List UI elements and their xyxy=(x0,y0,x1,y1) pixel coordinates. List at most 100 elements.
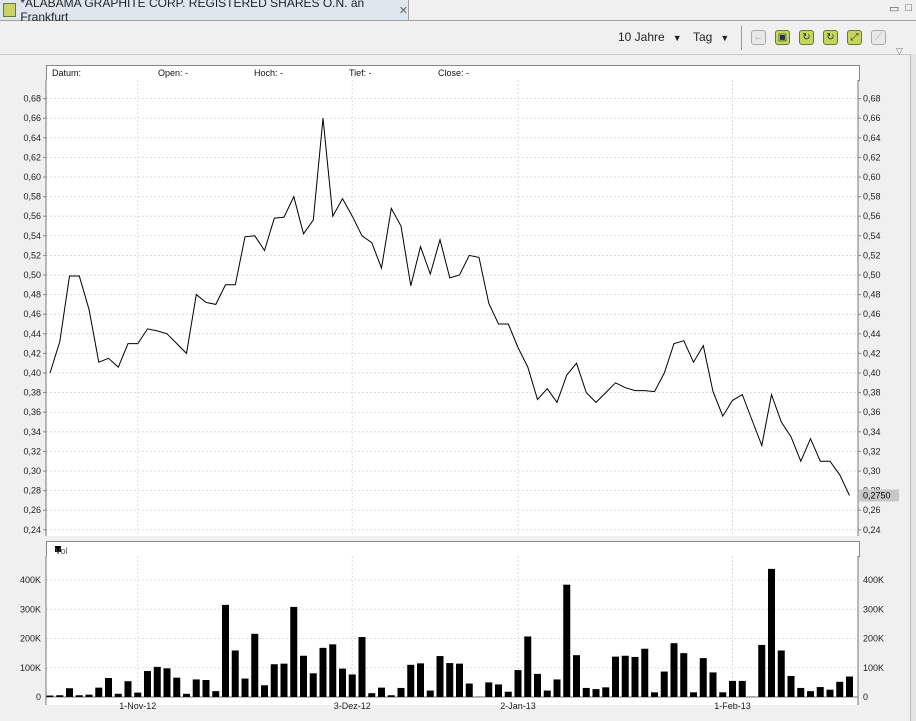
volume-bar xyxy=(290,606,298,697)
y-tick-label-left: 0,46 xyxy=(23,309,41,319)
volume-bar xyxy=(797,687,805,697)
volume-bar xyxy=(270,664,278,697)
y-tick-label-left: 0,50 xyxy=(23,270,41,280)
scrollbar[interactable] xyxy=(910,54,916,721)
volume-bar xyxy=(183,693,190,697)
volume-tick-label-right: 200K xyxy=(863,634,884,644)
y-tick-label-right: 0,50 xyxy=(863,270,881,280)
y-tick-label-left: 0,32 xyxy=(23,446,41,456)
y-tick-label-left: 0,66 xyxy=(23,113,41,123)
volume-bar xyxy=(758,644,766,697)
price-plot-area xyxy=(46,80,858,536)
last-value-label: 0,2750 xyxy=(863,491,891,501)
y-tick-label-left: 0,42 xyxy=(23,348,41,358)
volume-bar xyxy=(592,689,600,697)
volume-bar xyxy=(153,666,161,697)
volume-tick-label-left: 0 xyxy=(36,692,41,702)
volume-bar xyxy=(699,658,707,697)
volume-bar xyxy=(670,643,678,697)
volume-bar xyxy=(729,680,736,697)
volume-bar xyxy=(446,663,454,697)
volume-bar xyxy=(631,656,639,697)
volume-bar xyxy=(573,655,580,697)
y-tick-label-right: 0,62 xyxy=(863,152,881,162)
y-tick-label-right: 0,36 xyxy=(863,407,881,417)
volume-bar xyxy=(105,677,112,697)
volume-bar xyxy=(407,664,415,697)
y-tick-label-right: 0,40 xyxy=(863,368,881,378)
volume-bar xyxy=(553,679,561,697)
y-tick-label-left: 0,56 xyxy=(23,211,41,221)
y-tick-label-left: 0,68 xyxy=(23,94,41,104)
y-tick-label-left: 0,30 xyxy=(23,466,41,476)
volume-bar xyxy=(417,663,424,697)
volume-bar xyxy=(144,670,151,697)
volume-bar xyxy=(748,696,756,697)
volume-bar xyxy=(339,668,346,697)
volume-bar xyxy=(807,691,814,697)
volume-bar xyxy=(56,695,64,697)
volume-bar xyxy=(836,681,844,697)
volume-bar xyxy=(534,673,541,697)
y-tick-label-left: 0,54 xyxy=(23,231,41,241)
y-tick-label-right: 0,56 xyxy=(863,211,881,221)
volume-bar xyxy=(329,644,337,697)
volume-bar xyxy=(280,663,288,697)
y-tick-label-right: 0,48 xyxy=(863,290,881,300)
volume-bar xyxy=(621,655,629,697)
y-tick-label-left: 0,44 xyxy=(23,329,41,339)
volume-bar xyxy=(514,670,522,697)
volume-bar xyxy=(202,680,210,697)
volume-tick-label-left: 400K xyxy=(20,575,41,585)
volume-bar xyxy=(368,693,376,697)
volume-bar xyxy=(475,696,483,697)
volume-bar xyxy=(397,687,405,697)
y-tick-label-right: 0,38 xyxy=(863,388,881,398)
volume-bar xyxy=(787,675,795,697)
volume-bar xyxy=(75,695,83,697)
volume-bar xyxy=(261,685,268,697)
y-tick-label-left: 0,28 xyxy=(23,486,41,496)
y-tick-label-left: 0,64 xyxy=(23,133,41,143)
y-tick-label-right: 0,34 xyxy=(863,427,881,437)
volume-bar xyxy=(85,694,93,697)
volume-bar xyxy=(251,633,259,697)
volume-tick-label-right: 300K xyxy=(863,604,884,614)
volume-bar xyxy=(651,692,658,697)
volume-bar xyxy=(680,653,688,697)
y-tick-label-right: 0,64 xyxy=(863,133,881,143)
volume-bar xyxy=(309,673,317,697)
y-tick-label-right: 0,58 xyxy=(863,192,881,202)
y-tick-label-left: 0,36 xyxy=(23,407,41,417)
volume-bar xyxy=(563,584,571,697)
volume-bar xyxy=(777,650,785,697)
volume-tick-label-right: 400K xyxy=(863,575,884,585)
volume-bar xyxy=(300,655,307,697)
volume-tick-label-left: 100K xyxy=(20,663,41,673)
y-tick-label-right: 0,66 xyxy=(863,113,881,123)
volume-tick-label-right: 0 xyxy=(863,692,868,702)
volume-bar xyxy=(504,691,512,697)
volume-bar xyxy=(436,656,444,697)
chart-canvas[interactable]: 0,68 0,68 0,66 0,66 0,64 0,64 0,62 0,62 0,60 0,60… xyxy=(0,0,916,721)
volume-bar xyxy=(358,637,366,697)
volume-bar xyxy=(173,677,181,697)
y-tick-label-right: 0,52 xyxy=(863,250,881,260)
volume-tick-label-left: 300K xyxy=(20,604,41,614)
volume-bar xyxy=(495,684,502,697)
volume-tick-label-left: 200K xyxy=(20,634,41,644)
y-tick-label-right: 0,24 xyxy=(863,525,881,535)
volume-bar xyxy=(826,689,834,697)
volume-bar xyxy=(738,680,746,697)
volume-bar xyxy=(192,679,200,697)
volume-bar xyxy=(768,568,775,697)
volume-bar xyxy=(582,687,590,697)
y-tick-label-left: 0,24 xyxy=(23,525,41,535)
y-tick-label-left: 0,38 xyxy=(23,388,41,398)
volume-bar xyxy=(641,648,649,697)
y-tick-label-right: 0,68 xyxy=(863,94,881,104)
volume-bar xyxy=(124,681,132,697)
volume-bar xyxy=(387,695,395,697)
x-tick-label: 1-Feb-13 xyxy=(714,701,751,711)
y-tick-label-right: 0,46 xyxy=(863,309,881,319)
